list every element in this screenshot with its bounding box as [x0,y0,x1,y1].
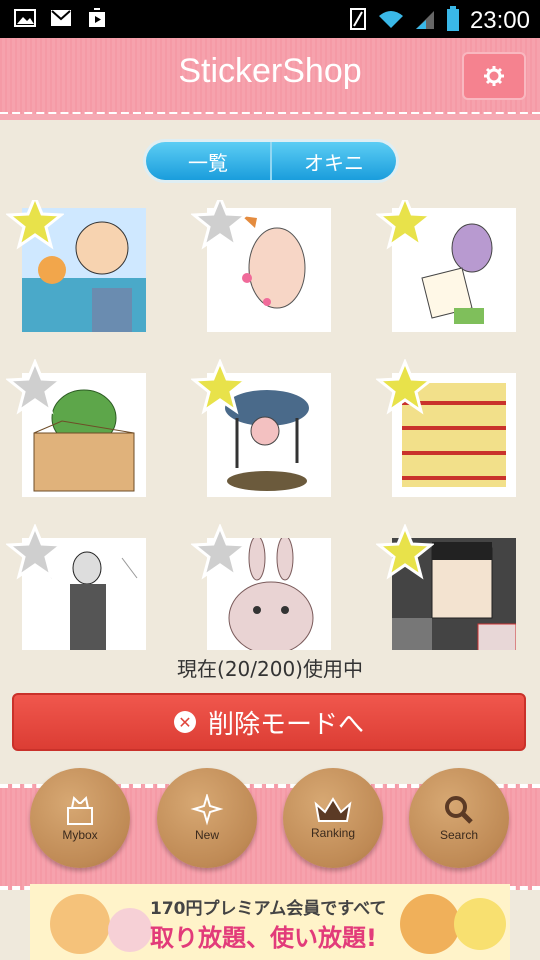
nav-mybox-button[interactable]: Mybox [30,768,130,868]
crown-icon [314,797,352,822]
delete-mode-label: 削除モードへ [207,709,364,740]
nav-search-button[interactable]: Search [409,768,509,868]
tab-list[interactable]: 一覧 [146,142,270,180]
signal-icon [414,8,436,34]
star-gold-icon[interactable] [191,359,249,415]
sticker-item[interactable] [6,359,160,505]
status-bar: 23:00 [0,0,540,38]
play-store-icon [86,8,108,28]
clock: 23:00 [469,7,530,34]
sticker-grid [0,200,540,650]
sticker-item[interactable] [376,359,530,505]
sticker-item[interactable] [191,359,345,505]
star-gold-icon[interactable] [376,359,434,415]
nav-label: New [194,828,219,842]
vibrate-icon [348,7,368,35]
wifi-icon [378,9,404,33]
gallery-icon [14,8,36,28]
star-gray-icon[interactable] [6,524,64,580]
gmail-icon [50,8,72,28]
close-icon: ✕ [173,711,196,733]
tab-favorites[interactable]: オキニ [270,142,396,180]
promo-banner[interactable]: 170円プレミアム会員ですべて 取り放題、使い放題! [30,884,510,960]
usage-count: 現在(20/200)使用中 [177,657,363,681]
delete-mode-button[interactable]: ✕ 削除モードへ [12,693,526,751]
magnifier-icon [445,796,473,824]
sticker-item[interactable] [191,524,345,650]
nav-label: Mybox [62,828,98,842]
banner-text: 170円プレミアム会員ですべて [150,899,387,919]
sticker-item[interactable] [6,200,160,340]
sticker-item[interactable] [376,200,530,340]
nav-label: Ranking [310,826,356,840]
nav-ranking-button[interactable]: Ranking [283,768,383,868]
gear-icon [484,66,504,86]
settings-button[interactable] [462,52,526,100]
star-gold-icon[interactable] [376,200,434,250]
sparkle-icon [190,794,224,826]
star-gold-icon[interactable] [6,200,64,250]
box-cat-icon [67,795,93,825]
star-gray-icon[interactable] [6,359,64,415]
nav-new-button[interactable]: New [157,768,257,868]
sticker-item[interactable] [376,524,530,650]
page-title: StickerShop [178,52,362,90]
bottom-nav: Mybox New Ranking Search [0,768,540,890]
banner-headline: 取り放題、使い放題! [150,924,377,952]
star-gray-icon[interactable] [191,524,249,580]
nav-label: Search [439,828,479,842]
battery-icon [446,6,460,36]
sticker-item[interactable] [6,524,160,650]
star-gray-icon[interactable] [191,200,249,250]
star-gold-icon[interactable] [376,524,434,580]
sticker-item[interactable] [191,200,345,340]
app-header: StickerShop [0,38,540,120]
segment-tabs: 一覧 オキニ [146,142,396,180]
